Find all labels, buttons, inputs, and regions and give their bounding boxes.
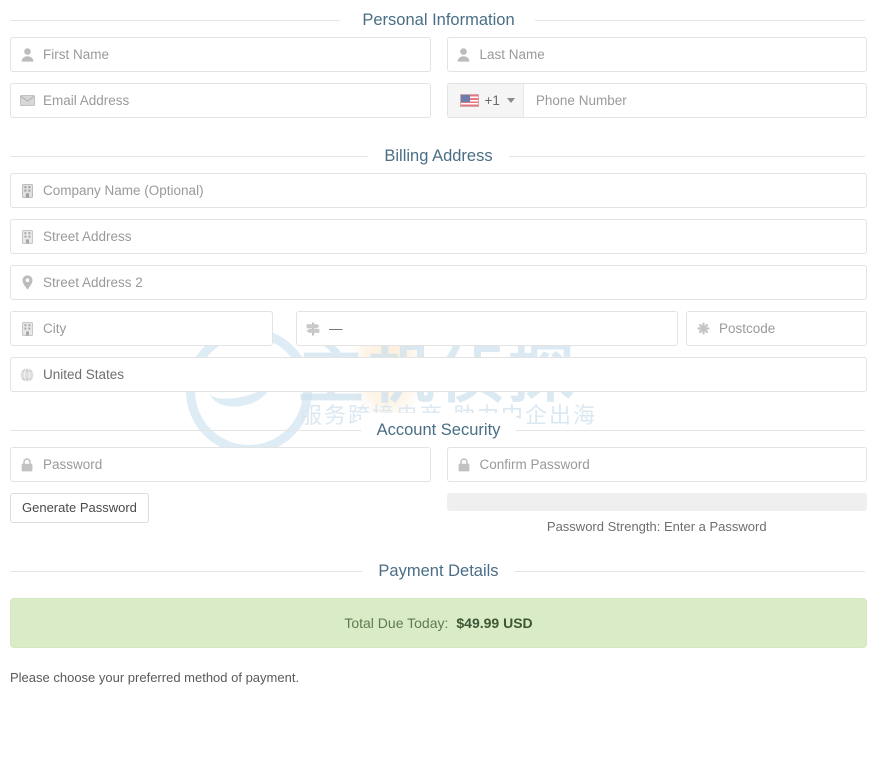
- city-field[interactable]: City: [10, 311, 273, 346]
- envelope-icon: [11, 95, 43, 106]
- map-signs-icon: [297, 322, 329, 336]
- country-value: United States: [43, 367, 125, 382]
- building-icon: [11, 321, 43, 336]
- password-strength-column: Password Strength: Enter a Password: [446, 493, 867, 534]
- total-due-banner: Total Due Today: $49.99 USD: [10, 598, 867, 648]
- us-flag-icon: [459, 94, 479, 107]
- lock-icon: [11, 457, 43, 472]
- row-company: Company Name (Optional): [10, 173, 867, 208]
- confirm-password-field[interactable]: Confirm Password: [446, 447, 867, 482]
- payment-method-note: Please choose your preferred method of p…: [10, 670, 300, 685]
- user-icon: [11, 47, 43, 62]
- legend-rule-left: [10, 156, 368, 157]
- phone-country-code: +1: [484, 93, 500, 108]
- city-placeholder: City: [43, 321, 67, 336]
- street-address-placeholder: Street Address: [43, 229, 132, 244]
- legend-rule-left: [10, 430, 362, 431]
- legend-rule-right: [535, 20, 865, 21]
- row-contact: Email Address +1 Phone Number: [10, 83, 867, 118]
- country-select[interactable]: United States: [10, 357, 867, 392]
- last-name-placeholder: Last Name: [479, 47, 545, 62]
- user-icon: [448, 47, 480, 62]
- email-field[interactable]: Email Address: [10, 83, 431, 118]
- street-address-2-field[interactable]: Street Address 2: [10, 265, 867, 300]
- section-header-account-security: Account Security: [0, 413, 877, 447]
- legend-rule-left: [10, 571, 365, 572]
- total-due-label: Total Due Today:: [344, 615, 449, 631]
- row-country: United States: [10, 357, 867, 392]
- asterisk-icon: [687, 322, 719, 335]
- row-name: First Name Last Name: [10, 37, 867, 72]
- row-passwords: Password Confirm Password: [10, 447, 867, 482]
- section-header-personal-information: Personal Information: [0, 3, 877, 37]
- legend-rule-right: [513, 430, 865, 431]
- row-street-2: Street Address 2: [10, 265, 867, 300]
- chevron-down-icon: [506, 98, 515, 103]
- row-password-tools: Generate Password Password Strength: Ent…: [10, 493, 867, 534]
- generate-password-button[interactable]: Generate Password: [10, 493, 149, 524]
- phone-placeholder: Phone Number: [535, 93, 627, 108]
- phone-field[interactable]: +1 Phone Number: [446, 83, 867, 118]
- building-icon: [11, 183, 43, 198]
- lock-icon: [448, 457, 480, 472]
- state-value: —: [329, 321, 343, 336]
- confirm-password-placeholder: Confirm Password: [479, 457, 590, 472]
- generate-password-column: Generate Password: [10, 493, 431, 524]
- first-name-placeholder: First Name: [43, 47, 110, 62]
- legend-rule-right: [507, 156, 865, 157]
- section-header-payment-details: Payment Details: [0, 554, 877, 588]
- building-icon: [11, 229, 43, 244]
- first-name-field[interactable]: First Name: [10, 37, 431, 72]
- globe-icon: [11, 367, 43, 382]
- phone-country-selector[interactable]: +1: [447, 84, 524, 117]
- row-street-1: Street Address: [10, 219, 867, 254]
- company-name-placeholder: Company Name (Optional): [43, 183, 204, 198]
- map-marker-icon: [11, 275, 43, 290]
- street-address-field[interactable]: Street Address: [10, 219, 867, 254]
- last-name-field[interactable]: Last Name: [446, 37, 867, 72]
- row-city-state-postcode: City — Postcode: [10, 311, 867, 346]
- total-due-amount: $49.99 USD: [456, 615, 533, 631]
- section-title-payment-details: Payment Details: [362, 554, 515, 588]
- password-placeholder: Password: [43, 457, 103, 472]
- postcode-field[interactable]: Postcode: [686, 311, 867, 346]
- state-select[interactable]: —: [296, 311, 678, 346]
- street-address-2-placeholder: Street Address 2: [43, 275, 143, 290]
- section-title-personal-information: Personal Information: [346, 3, 531, 37]
- email-placeholder: Email Address: [43, 93, 130, 108]
- password-strength-bar: [446, 493, 867, 511]
- legend-rule-right: [510, 571, 865, 572]
- checkout-form: Personal Information First Name Last Nam…: [0, 0, 877, 685]
- section-title-account-security: Account Security: [360, 413, 517, 447]
- company-name-field[interactable]: Company Name (Optional): [10, 173, 867, 208]
- legend-rule-left: [10, 20, 340, 21]
- section-title-billing-address: Billing Address: [368, 139, 509, 173]
- password-field[interactable]: Password: [10, 447, 431, 482]
- layout-spacer: [678, 311, 686, 346]
- layout-spacer: [273, 311, 296, 346]
- section-header-billing-address: Billing Address: [0, 139, 877, 173]
- postcode-placeholder: Postcode: [719, 321, 776, 336]
- password-strength-label: Password Strength: Enter a Password: [546, 519, 767, 534]
